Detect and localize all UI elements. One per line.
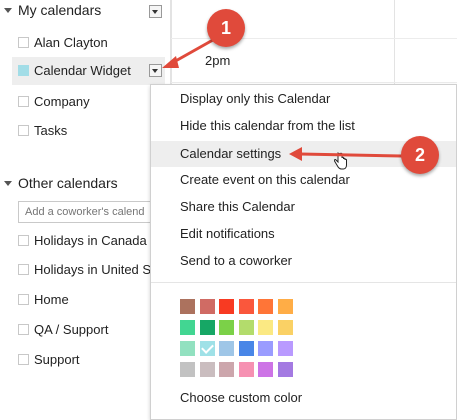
annotation-badge-2: 2	[401, 136, 439, 174]
annotation-arrows	[162, 34, 403, 161]
arrow-head-2	[289, 147, 302, 161]
arrow-line-2	[299, 152, 403, 158]
arrow-head-1	[162, 56, 179, 68]
annotation-badge-1: 1	[207, 9, 245, 47]
